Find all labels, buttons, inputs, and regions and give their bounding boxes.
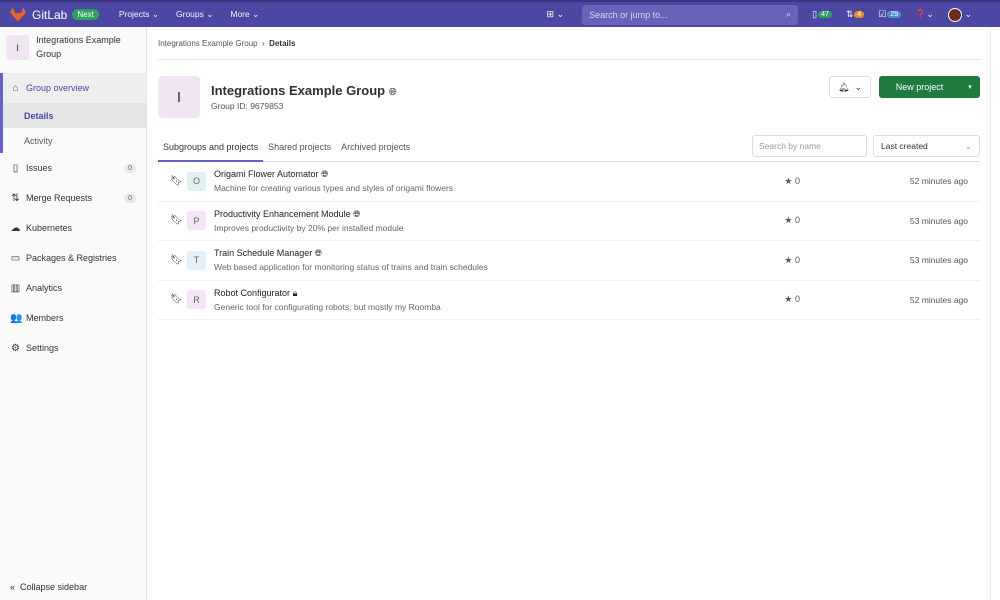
next-badge: Next <box>72 9 99 20</box>
double-chevron-left-icon: « <box>10 582 16 592</box>
nav-projects[interactable]: Projects <box>119 9 159 20</box>
sidebar-section-overview: ⌂ Group overview Details Activity <box>0 73 146 153</box>
nav-more[interactable]: More <box>230 9 259 20</box>
avatar <box>947 7 962 22</box>
chart-icon: ▥ <box>10 282 21 294</box>
sidebar-item-group-overview[interactable]: ⌂ Group overview <box>3 73 146 103</box>
sidebar-item-analytics[interactable]: ▥ Analytics <box>0 273 146 303</box>
chevron-down-icon[interactable]: ▾ <box>960 83 980 91</box>
sidebar-item-packages[interactable]: ▭ Packages & Registries <box>0 243 146 273</box>
sidebar: I Integrations Example Group ⌂ Group overv… <box>0 27 147 600</box>
chevron-down-icon: ⌄ <box>964 141 972 151</box>
create-new-button[interactable]: ⊞ ⌄ <box>547 9 565 20</box>
cloud-gear-icon: ☁ <box>10 222 21 234</box>
list-item[interactable]: 🔖︎ R Robot Configurator 🔒︎ Generic tool … <box>158 281 980 320</box>
sort-dropdown[interactable]: Last created ⌄ <box>873 135 980 157</box>
user-menu[interactable]: ⌄ <box>947 7 972 22</box>
main-content: Integrations Example Group › Details I I… <box>158 27 980 320</box>
notification-button[interactable]: 🔔︎ ⌄ <box>829 76 871 98</box>
globe-icon: 🌐︎ <box>314 248 322 259</box>
sidebar-item-kubernetes[interactable]: ☁ Kubernetes <box>0 213 146 243</box>
project-avatar: T <box>187 250 206 270</box>
list-item[interactable]: 🔖︎ O Origami Flower Automator 🌐︎ Machine… <box>158 162 980 202</box>
page-title: Integrations Example Group 🌐︎ <box>211 83 397 98</box>
project-description: Machine for creating various types and s… <box>214 183 454 194</box>
bookmark-icon[interactable]: 🔖︎ <box>170 255 184 266</box>
star-count: ★ 0 <box>784 215 800 226</box>
nav-groups[interactable]: Groups <box>176 9 213 20</box>
tab-archived-projects[interactable]: Archived projects <box>336 134 415 162</box>
star-icon: ★ <box>784 254 793 265</box>
new-project-button[interactable]: New project ▾ <box>879 76 980 98</box>
tab-subgroups-projects[interactable]: Subgroups and projects <box>158 134 264 162</box>
merge-requests-button[interactable]: ⇅ 4 <box>846 9 865 20</box>
issues-button[interactable]: ▯ 47 <box>812 9 832 20</box>
updated-time: 53 minutes ago <box>909 255 968 266</box>
project-avatar: R <box>187 290 206 310</box>
breadcrumb-details[interactable]: Details <box>269 39 295 48</box>
bell-icon: 🔔︎ <box>838 81 850 92</box>
star-icon: ★ <box>784 294 793 305</box>
top-bar: GitLabNext Projects Groups More ⊞ ⌄ Sear… <box>0 0 1000 27</box>
sidebar-item-issues[interactable]: ▯ Issues 0 <box>0 153 146 183</box>
sidebar-item-merge-requests[interactable]: ⇅ Merge Requests 0 <box>0 183 146 213</box>
sidebar-item-details[interactable]: Details <box>3 103 146 128</box>
star-icon: ★ <box>784 215 793 226</box>
project-name[interactable]: Train Schedule Manager <box>214 248 312 258</box>
breadcrumb: Integrations Example Group › Details <box>158 27 980 60</box>
project-description: Improves productivity by 20% per install… <box>214 222 404 233</box>
star-icon: ★ <box>784 175 793 186</box>
star-count: ★ 0 <box>784 294 800 305</box>
list-item[interactable]: 🔖︎ P Productivity Enhancement Module 🌐︎ … <box>158 202 980 241</box>
group-header: I Integrations Example Group 🌐︎ Group ID:… <box>158 70 980 124</box>
star-count: ★ 0 <box>784 175 800 186</box>
users-icon: 👥 <box>10 312 23 324</box>
globe-icon: 🌐︎ <box>353 208 361 219</box>
project-list: 🔖︎ O Origami Flower Automator 🌐︎ Machine… <box>158 162 980 320</box>
project-name[interactable]: Robot Configurator <box>214 288 290 298</box>
issues-icon: ▯ <box>12 162 19 174</box>
merge-request-icon: ⇅ <box>11 192 20 204</box>
tab-shared-projects[interactable]: Shared projects <box>263 134 336 162</box>
todos-button[interactable]: ☑ 29 <box>878 9 902 20</box>
updated-time: 53 minutes ago <box>909 215 968 226</box>
bookmark-icon[interactable]: 🔖︎ <box>170 176 184 187</box>
project-name[interactable]: Productivity Enhancement Module <box>214 209 351 219</box>
group-id: Group ID: 9679853 <box>211 101 284 111</box>
sidebar-group-header[interactable]: I Integrations Example Group <box>0 27 146 73</box>
search-icon: ⌕ <box>786 9 792 19</box>
search-by-name-input[interactable]: Search by name <box>752 135 867 157</box>
search-input[interactable]: Search or jump to... ⌕ <box>582 4 799 25</box>
collapse-sidebar-button[interactable]: « Collapse sidebar <box>10 582 87 592</box>
project-avatar: O <box>187 171 206 191</box>
project-name[interactable]: Origami Flower Automator <box>214 169 319 179</box>
help-button[interactable]: ❓⌄ <box>915 9 934 20</box>
group-avatar: I <box>6 35 30 60</box>
project-avatar: P <box>187 211 206 231</box>
scrollbar[interactable] <box>990 27 1000 600</box>
globe-icon: 🌐︎ <box>388 87 397 98</box>
sidebar-item-members[interactable]: 👥 Members <box>0 303 146 333</box>
bookmark-icon[interactable]: 🔖︎ <box>170 215 184 226</box>
bookmark-icon[interactable]: 🔖︎ <box>170 294 184 305</box>
group-avatar-large: I <box>158 76 200 118</box>
project-description: Web based application for monitoring sta… <box>214 262 488 273</box>
globe-icon: 🌐︎ <box>321 169 329 180</box>
tabs: Subgroups and projects Shared projects A… <box>158 134 980 162</box>
gitlab-logo[interactable]: GitLab Next <box>10 7 99 22</box>
list-item[interactable]: 🔖︎ T Train Schedule Manager 🌐︎ Web based… <box>158 241 980 281</box>
sidebar-item-settings[interactable]: ⚙ Settings <box>0 333 146 363</box>
updated-time: 52 minutes ago <box>909 294 968 305</box>
updated-time: 52 minutes ago <box>909 176 968 187</box>
lock-icon: 🔒︎ <box>292 287 298 298</box>
sidebar-item-activity[interactable]: Activity <box>3 128 146 153</box>
breadcrumb-group[interactable]: Integrations Example Group <box>158 39 258 48</box>
home-icon: ⌂ <box>12 82 19 94</box>
gear-icon: ⚙ <box>11 342 20 354</box>
package-icon: ▭ <box>10 252 21 264</box>
star-count: ★ 0 <box>784 254 800 265</box>
tanuki-icon <box>10 7 26 22</box>
project-description: Generic tool for configurating robots, b… <box>214 301 441 312</box>
